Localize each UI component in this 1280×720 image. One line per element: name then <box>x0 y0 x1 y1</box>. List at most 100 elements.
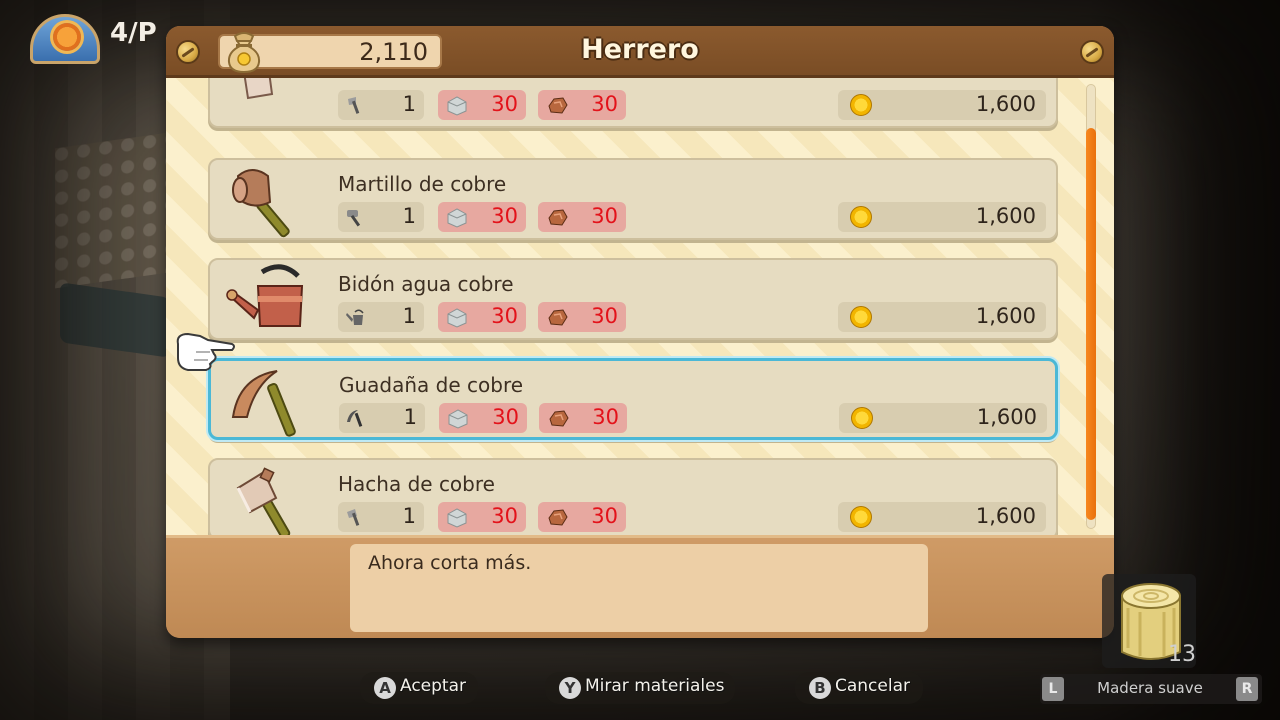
price-tag: 1,600 <box>838 202 1046 232</box>
recipe-item-selected[interactable]: Guadaña de cobre 1 30 30 1,600 <box>208 358 1058 440</box>
tool-quantity: 1 <box>402 92 416 116</box>
copper-ore-icon <box>548 97 568 114</box>
material-quantity: 30 <box>491 304 518 328</box>
material-quantity: 30 <box>591 92 618 116</box>
price-tag: 1,600 <box>838 90 1046 120</box>
material-cost-ore: 30 <box>438 302 526 332</box>
material-quantity: 30 <box>491 204 518 228</box>
material-quantity: 30 <box>491 92 518 116</box>
y-button-icon: Y <box>559 677 581 699</box>
material-cost-copper: 30 <box>538 90 626 120</box>
material-cost-ore: 30 <box>438 202 526 232</box>
b-button-icon: B <box>809 677 831 699</box>
recipe-item[interactable]: Martillo de cobre 1 30 30 1,600 <box>208 158 1058 240</box>
weather-dial <box>30 14 100 64</box>
price-value: 1,600 <box>975 204 1036 228</box>
axe-icon <box>347 509 360 526</box>
coin-icon <box>850 306 872 328</box>
material-cost-copper: 30 <box>538 302 626 332</box>
copper-ore-icon <box>548 509 568 526</box>
shop-title: Herrero <box>581 34 699 65</box>
material-cost-ore: 30 <box>438 502 526 532</box>
view-materials-label: Mirar materiales <box>585 676 725 696</box>
hud-date-widget: 4/P <box>30 14 170 74</box>
scrollbar-thumb[interactable] <box>1086 128 1096 520</box>
accept-label: Aceptar <box>400 676 466 696</box>
material-cost-ore: 30 <box>439 403 527 433</box>
axe-icon <box>348 97 360 114</box>
item-name: Martillo de cobre <box>338 172 507 196</box>
watering-can-icon <box>346 309 364 325</box>
recipe-item[interactable]: Bidón agua cobre 1 30 30 1,600 <box>208 258 1058 340</box>
pointing-hand-cursor-icon <box>176 332 235 371</box>
required-tool: 1 <box>338 302 424 332</box>
sickle-icon <box>231 370 296 437</box>
tool-quantity: 1 <box>403 405 417 429</box>
material-cost-copper: 30 <box>538 202 626 232</box>
coin-icon <box>851 407 873 429</box>
inventory-item-name: Madera suave <box>1097 679 1203 697</box>
hud-date-text: 4/P <box>110 18 157 48</box>
ore-block-icon <box>448 409 468 429</box>
axe-icon <box>236 467 291 535</box>
item-name: Bidón agua cobre <box>338 272 514 296</box>
l-button-icon[interactable]: L <box>1042 677 1064 701</box>
price-value: 1,600 <box>975 304 1036 328</box>
view-materials-hint[interactable]: Y Mirar materiales <box>559 676 729 700</box>
copper-ore-icon <box>549 410 569 427</box>
watering-can-icon <box>226 264 304 327</box>
copper-ore-icon <box>548 209 568 226</box>
material-quantity: 30 <box>591 304 618 328</box>
sun-icon <box>53 23 81 51</box>
price-tag: 1,600 <box>838 502 1046 532</box>
material-cost-ore: 30 <box>438 90 526 120</box>
material-quantity: 30 <box>491 504 518 528</box>
price-value: 1,600 <box>975 504 1036 528</box>
coin-icon <box>850 206 872 228</box>
coin-icon <box>850 506 872 528</box>
hammer-icon <box>232 169 290 238</box>
required-tool: 1 <box>338 202 424 232</box>
recipe-item[interactable]: Hacha de cobre 1 30 30 1,600 <box>208 458 1058 535</box>
material-quantity: 30 <box>591 504 618 528</box>
price-tag: 1,600 <box>838 302 1046 332</box>
material-quantity: 30 <box>591 204 618 228</box>
description-text: Ahora corta más. <box>368 552 532 574</box>
item-name: Hacha de cobre <box>338 472 495 496</box>
cancel-label: Cancelar <box>835 676 910 696</box>
recipe-list[interactable]: 1 30 30 1,600 Martillo de cobre 1 30 30 … <box>166 78 1114 535</box>
required-tool: 1 <box>338 502 424 532</box>
cancel-hint[interactable]: B Cancelar <box>809 676 913 700</box>
item-name: Guadaña de cobre <box>339 373 524 397</box>
tool-quantity: 1 <box>402 304 416 328</box>
material-quantity: 30 <box>592 405 619 429</box>
price-value: 1,600 <box>976 405 1037 429</box>
recipe-item[interactable]: 1 30 30 1,600 <box>208 78 1058 128</box>
material-cost-copper: 30 <box>539 403 627 433</box>
r-button-icon[interactable]: R <box>1236 677 1258 701</box>
hammer-icon <box>347 210 361 227</box>
tool-quantity: 1 <box>402 204 416 228</box>
price-tag: 1,600 <box>839 403 1047 433</box>
required-tool: 1 <box>338 90 424 120</box>
material-cost-copper: 30 <box>538 502 626 532</box>
inventory-count: 13 <box>1168 642 1196 667</box>
material-quantity: 30 <box>492 405 519 429</box>
a-button-icon: A <box>374 677 396 699</box>
accept-hint[interactable]: A Aceptar <box>374 676 474 700</box>
dialog-title-bar: 2,110 Herrero <box>166 26 1114 78</box>
description-panel: Ahora corta más. <box>166 535 1114 638</box>
price-value: 1,600 <box>975 92 1036 116</box>
copper-ore-icon <box>548 309 568 326</box>
description-box: Ahora corta más. <box>350 544 928 632</box>
ore-block-icon <box>447 96 467 116</box>
sickle-icon <box>347 410 363 427</box>
required-tool: 1 <box>339 403 425 433</box>
ore-block-icon <box>447 308 467 328</box>
axe-icon <box>243 78 274 100</box>
ore-block-icon <box>447 208 467 228</box>
blacksmith-shop-dialog: 2,110 Herrero 1 30 30 1,600 Martillo de … <box>166 26 1114 638</box>
tool-quantity: 1 <box>402 504 416 528</box>
ore-block-icon <box>447 508 467 528</box>
coin-icon <box>850 94 872 116</box>
